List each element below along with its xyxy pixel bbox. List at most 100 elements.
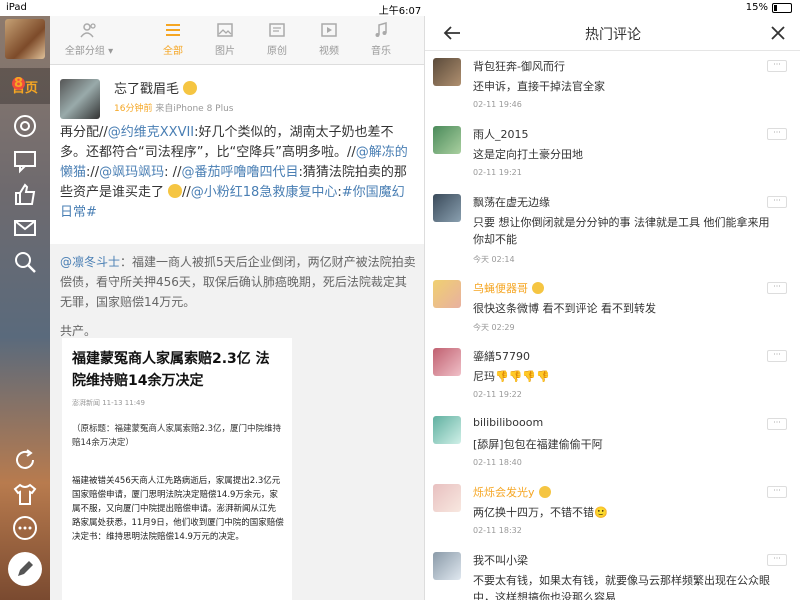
commenter-avatar[interactable] [433,484,461,512]
tab-label: 原创 [267,46,287,57]
group-icon [80,23,96,38]
article-source: 澎湃新闻 11-13 11:49 [72,399,145,407]
comment-text: 还申诉，直接干掉法官全家 [473,80,605,93]
shirt-icon[interactable] [11,480,39,508]
comment-more-button[interactable]: ··· [767,60,787,72]
commenter-avatar[interactable] [433,280,461,308]
mail-icon[interactable] [11,214,39,242]
comment-item[interactable]: 飘荡在虚无边缘 只要 想让你倒闭就是分分钟的事 法律就是工具 他们能拿来用 你却… [425,194,800,270]
post-avatar[interactable] [60,79,100,119]
commenter-name[interactable]: 背包狂奔-御风而行 [473,58,565,74]
tab-music[interactable]: 音乐 [356,20,406,57]
feed-column: 全部分组 ▾ 全部 图片 原创 视频 音乐 忘了戳眉毛 16分钟前 来自iPho… [50,16,424,600]
commenter-avatar[interactable] [433,58,461,86]
article-body: 福建被错关456天商人江先路病逝后，家属提出2.3亿元国家赔偿申请，厦门思明法院… [72,476,284,542]
comment-more-button[interactable]: ··· [767,196,787,208]
comment-text: 很快这条微博 看不到评论 看不到转发 [473,302,656,315]
comment-item[interactable]: 乌蝇便器哥 很快这条微博 看不到评论 看不到转发 今天 02:29 ··· [425,280,800,342]
commenter-avatar[interactable] [433,552,461,580]
tab-label: 视频 [319,46,339,57]
compose-button[interactable] [8,552,42,586]
tab-label: 全部分组 ▾ [64,46,114,57]
left-nav-rail: 首页 8 [0,16,50,600]
commenter-avatar[interactable] [433,126,461,154]
tab-original[interactable]: 原创 [252,20,302,57]
panel-header: 热门评论 [425,16,800,51]
mention-link[interactable]: @约维克XXVII [108,125,194,140]
commenter-name[interactable]: 飘荡在虚无边缘 [473,194,550,210]
comment-text: 只要 想让你倒闭就是分分钟的事 法律就是工具 他们能拿来用 你却不能 [473,216,770,246]
image-icon [217,23,233,37]
repost-text: @凛冬斗士：福建一商人被抓5天后企业倒闭，两亿财产被法院拍卖偿债，看守所关押45… [60,255,416,309]
post-time: 16分钟前 [114,104,153,114]
comment-more-button[interactable]: ··· [767,282,787,294]
commenter-name[interactable]: 烁烁会发光y [473,484,551,500]
tab-all[interactable]: 全部 [148,20,198,57]
comment-more-button[interactable]: ··· [767,554,787,566]
comment-text: 尼玛👎👎👎👎 [473,370,550,383]
comment-item[interactable]: 我不叫小梁 不要太有钱，如果太有钱，就要像马云那样频繁出现在公众眼中，这样想搞你… [425,552,800,600]
battery-icon [772,2,792,13]
comment-item[interactable]: 烁烁会发光y 两亿换十四万，不错不错🙂 02-11 18:32 ··· [425,484,800,546]
comment-text: 不要太有钱，如果太有钱，就要像马云那样频繁出现在公众眼中，这样想搞你也没那么容易 [473,574,770,600]
comment-item[interactable]: 背包狂奔-御风而行 还申诉，直接干掉法官全家 02-11 19:46 ··· [425,58,800,120]
feed-post[interactable]: 忘了戳眉毛 16分钟前 来自iPhone 8 Plus 再分配//@约维克XXV… [50,65,424,244]
search-icon[interactable] [11,248,39,276]
tab-video[interactable]: 视频 [304,20,354,57]
panel-title: 热门评论 [585,27,641,43]
music-icon [375,22,387,37]
commenter-avatar[interactable] [433,348,461,376]
commenter-name[interactable]: 鎏繕57790 [473,348,530,364]
comment-more-button[interactable]: ··· [767,350,787,362]
commenter-avatar[interactable] [433,194,461,222]
battery-percent: 15% [745,2,768,13]
refresh-icon[interactable] [11,446,39,474]
commenter-avatar[interactable] [433,416,461,444]
comment-more-button[interactable]: ··· [767,128,787,140]
pen-icon [18,561,33,576]
reposted-content[interactable]: @凛冬斗士：福建一商人被抓5天后企业倒闭，两亿财产被法院拍卖偿债，看守所关押45… [50,244,424,600]
article-screenshot-image[interactable]: 福建蒙冤商人家属索赔2.3亿 法院维持赔14余万决定 澎湃新闻 11-13 11… [62,338,292,600]
video-icon [321,23,337,37]
comment-item[interactable]: 雨人_2015 这是定向打土豪分田地 02-11 19:21 ··· [425,126,800,188]
document-icon [269,23,285,37]
comment-time: 02-11 19:46 [473,100,522,109]
tab-label: 图片 [215,46,235,57]
user-avatar[interactable] [5,19,45,59]
tab-all-groups[interactable]: 全部分组 ▾ [56,20,122,57]
commenter-name[interactable]: bilibilibooom [473,416,543,429]
commenter-name[interactable]: 雨人_2015 [473,126,529,142]
post-username[interactable]: 忘了戳眉毛 [114,78,198,97]
nav-home[interactable]: 首页 8 [0,68,50,104]
repost-author-link[interactable]: @凛冬斗士 [60,255,120,269]
comment-more-button[interactable]: ··· [767,418,787,430]
comment-more-button[interactable]: ··· [767,486,787,498]
list-icon [166,24,180,36]
mention-icon[interactable] [11,112,39,140]
tab-images[interactable]: 图片 [200,20,250,57]
commenter-name[interactable]: 我不叫小梁 [473,552,528,568]
article-headline: 福建蒙冤商人家属索赔2.3亿 法院维持赔14余万决定 [72,351,270,389]
mention-link[interactable]: @番茄呼噜噜四代目 [181,165,298,180]
like-icon[interactable] [11,180,39,208]
comment-item[interactable]: 鎏繕57790 尼玛👎👎👎👎 02-11 19:22 ··· [425,348,800,410]
comment-time: 02-11 19:21 [473,168,522,177]
hot-comments-panel: 热门评论 背包狂奔-御风而行 还申诉，直接干掉法官全家 02-11 19:46 … [424,16,800,600]
post-source: 来自iPhone 8 Plus [155,104,234,114]
more-icon[interactable] [11,514,39,542]
comment-time: 02-11 18:32 [473,526,522,535]
comment-time: 今天 02:14 [473,255,515,264]
close-icon[interactable] [767,22,789,44]
emoji-icon [168,184,183,198]
mention-link[interactable]: @飒玛飒玛 [99,165,164,180]
mention-link[interactable]: @小粉红18急救康复中心 [191,185,338,200]
comment-item[interactable]: bilibilibooom [舔屏]包包在福建偷偷干阿 02-11 18:40 … [425,416,800,478]
clock: 上午6:07 [378,6,422,17]
battery-status: 15% [746,2,792,13]
vip-emoji-icon [532,282,544,294]
feed-toolbar: 全部分组 ▾ 全部 图片 原创 视频 音乐 [50,16,424,65]
article-subtitle: （原标题：福建蒙冤商人家属索赔2.3亿，厦门中院维持赔14余万决定） [72,424,282,448]
commenter-name[interactable]: 乌蝇便器哥 [473,280,544,296]
comment-icon[interactable] [11,146,39,174]
comment-text: 这是定向打土豪分田地 [473,148,583,161]
